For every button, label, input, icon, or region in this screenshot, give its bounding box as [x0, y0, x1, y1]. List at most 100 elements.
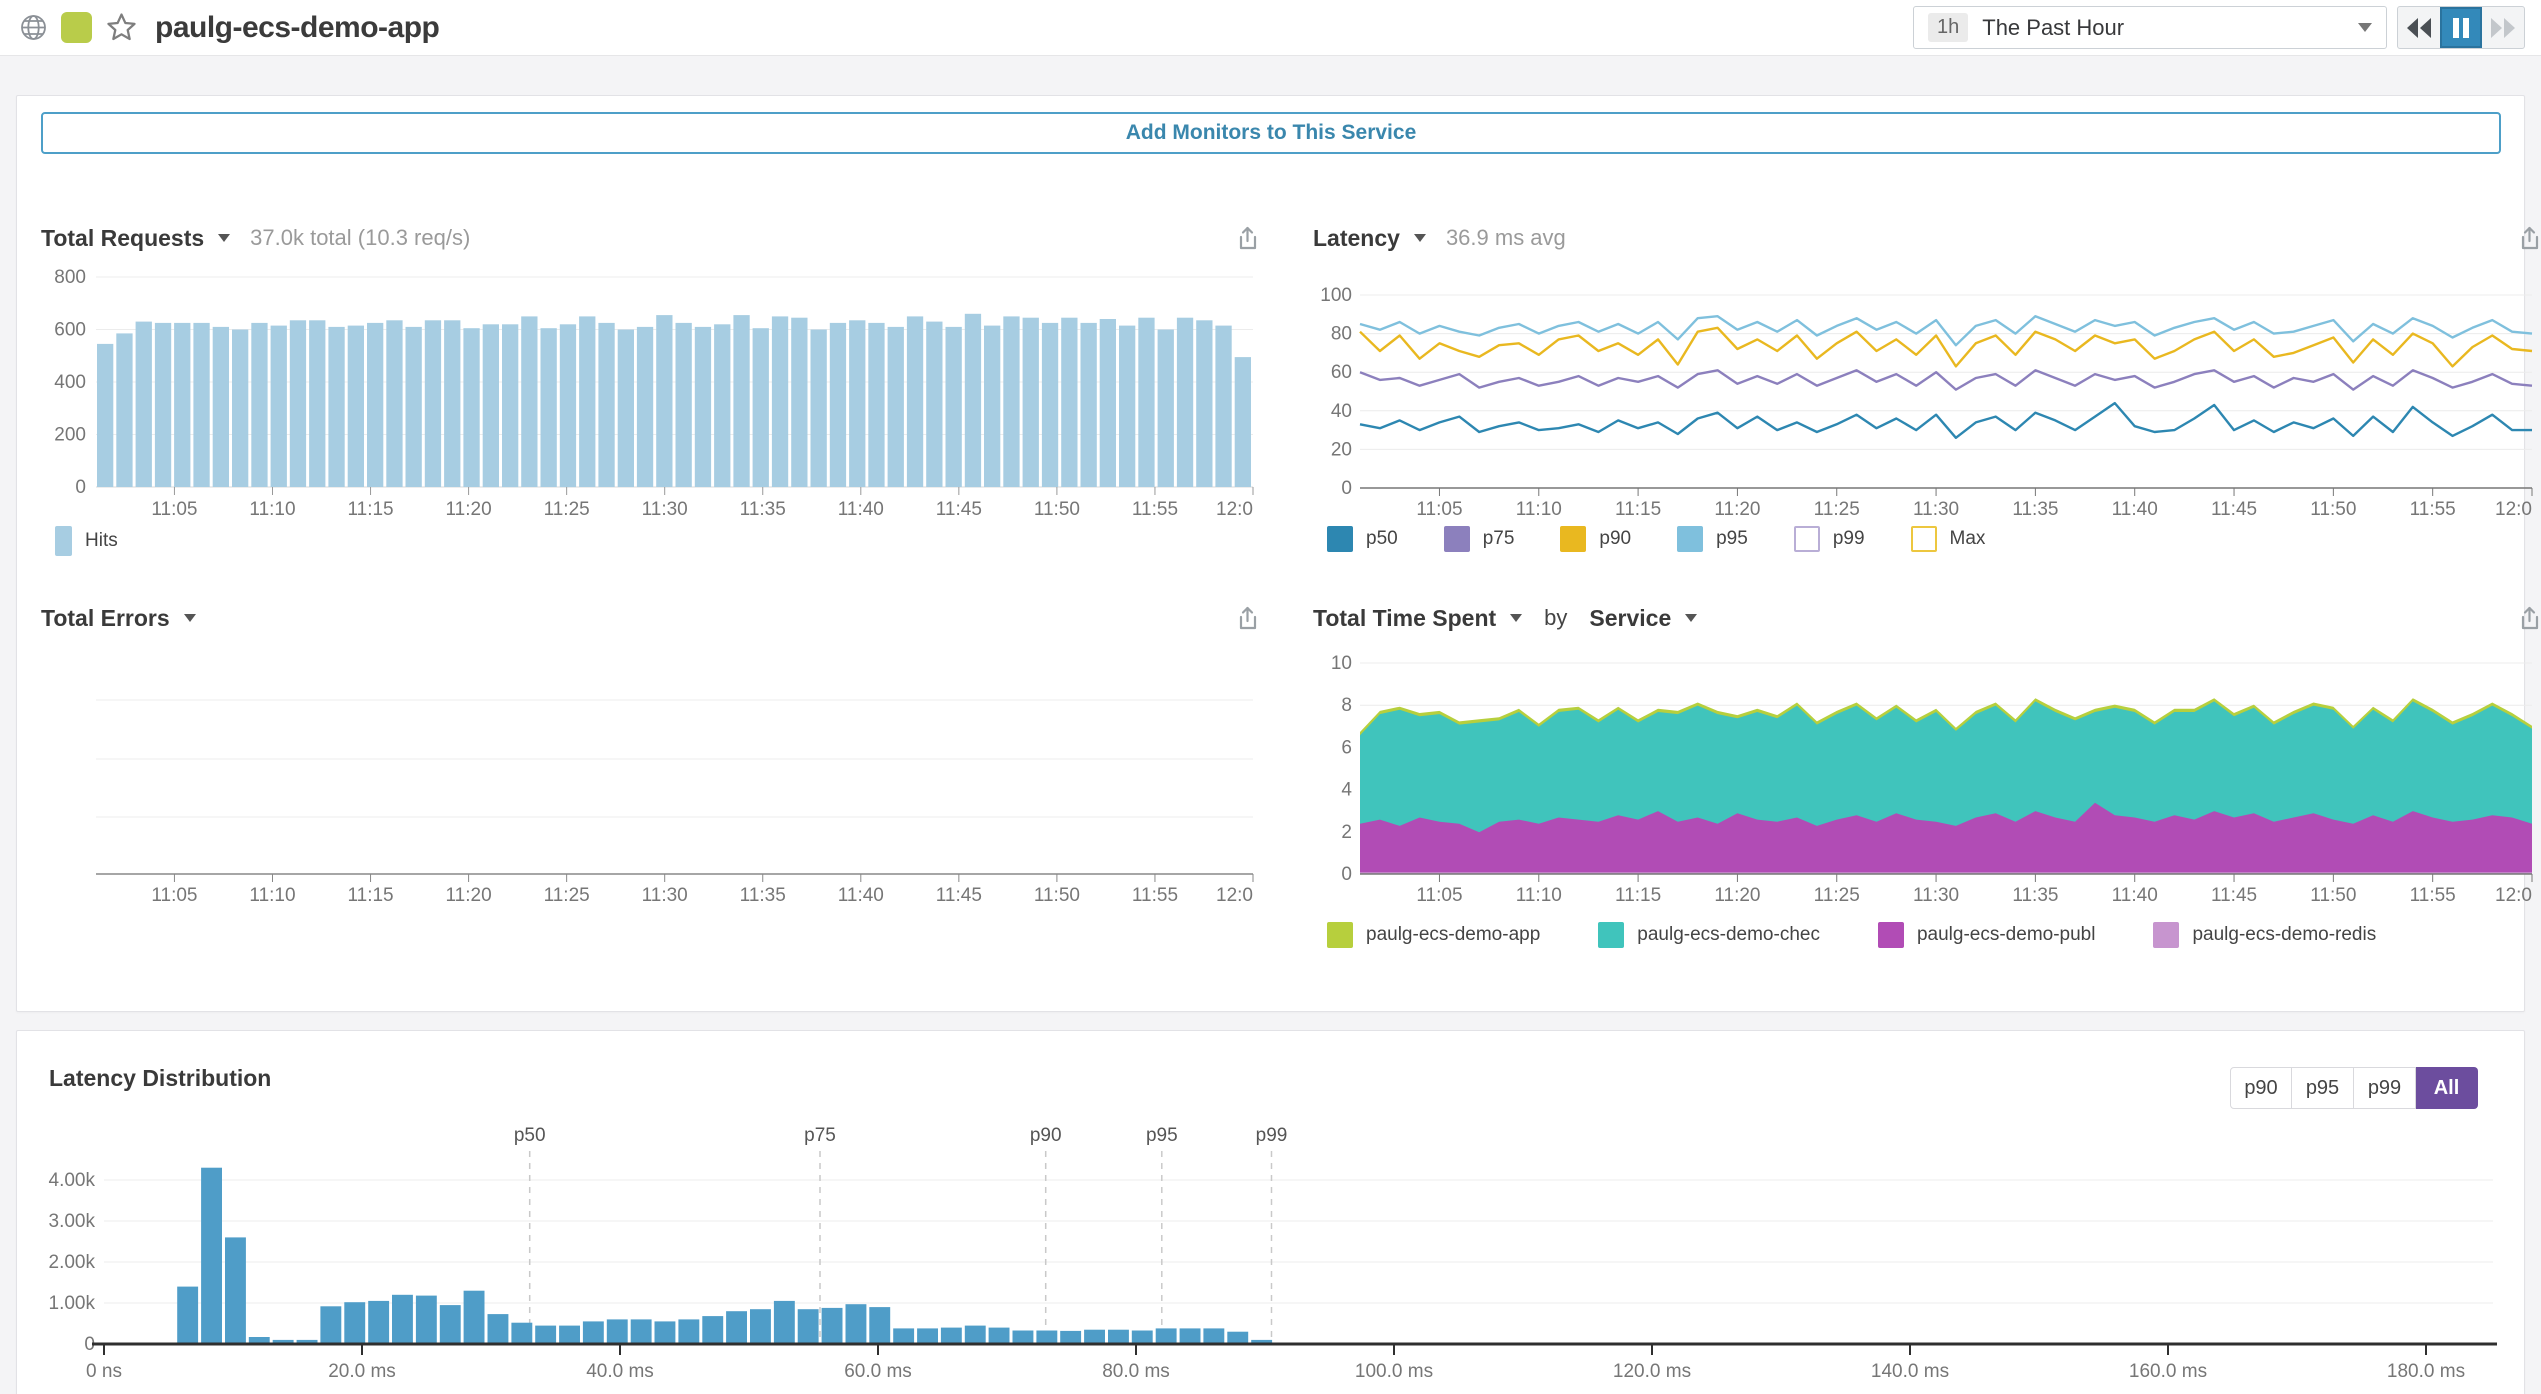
legend-item-paulg-ecs-demo-publ[interactable]: paulg-ecs-demo-publ: [1878, 922, 2096, 948]
svg-text:0: 0: [1341, 478, 1352, 499]
total-requests-legend: Hits: [41, 526, 1261, 556]
legend-swatch: [1911, 526, 1937, 552]
legend-item-p75[interactable]: p75: [1444, 526, 1515, 552]
percentile-button-all[interactable]: All: [2416, 1067, 2478, 1109]
svg-text:p90: p90: [1030, 1125, 1062, 1146]
export-icon[interactable]: [1234, 605, 1261, 632]
group-by-value: Service: [1589, 605, 1671, 632]
percentile-toggle-group: p90p95p99All: [2230, 1067, 2478, 1109]
svg-text:11:15: 11:15: [1615, 885, 1661, 906]
svg-text:11:55: 11:55: [1132, 499, 1178, 520]
svg-text:12:0: 12:0: [1216, 499, 1253, 520]
legend-swatch: [1327, 922, 1353, 948]
total-errors-title: Total Errors: [41, 605, 170, 632]
svg-text:11:45: 11:45: [2211, 885, 2257, 906]
legend-item-p99[interactable]: p99: [1794, 526, 1865, 552]
total-time-spent-title: Total Time Spent: [1313, 605, 1496, 632]
svg-text:11:25: 11:25: [544, 499, 590, 520]
metric-dropdown-caret[interactable]: [184, 614, 196, 622]
svg-text:11:55: 11:55: [2410, 499, 2456, 520]
chevron-down-icon: [2358, 23, 2372, 32]
svg-text:160.0 ms: 160.0 ms: [2129, 1361, 2207, 1382]
export-icon[interactable]: [2516, 225, 2541, 252]
legend-swatch: [1794, 526, 1820, 552]
legend-item-paulg-ecs-demo-app[interactable]: paulg-ecs-demo-app: [1327, 922, 1540, 948]
svg-text:11:40: 11:40: [838, 499, 884, 520]
service-status-square: [61, 12, 92, 43]
fast-forward-button[interactable]: [2482, 7, 2524, 48]
total-errors-plot[interactable]: 11:0511:1011:1511:2011:2511:3011:3511:40…: [41, 642, 1261, 910]
metric-dropdown-caret[interactable]: [1414, 234, 1426, 242]
legend-item-p90[interactable]: p90: [1560, 526, 1631, 552]
svg-text:11:50: 11:50: [2310, 499, 2356, 520]
favorite-star-icon[interactable]: [106, 12, 137, 43]
svg-text:140.0 ms: 140.0 ms: [1871, 1361, 1949, 1382]
svg-text:p99: p99: [1256, 1125, 1288, 1146]
svg-text:11:25: 11:25: [1814, 499, 1860, 520]
svg-text:60.0 ms: 60.0 ms: [844, 1361, 912, 1382]
svg-text:p75: p75: [804, 1125, 836, 1146]
total-requests-plot[interactable]: 800600400200011:0511:1011:1511:2011:2511…: [41, 262, 1261, 520]
legend-label: paulg-ecs-demo-chec: [1637, 924, 1820, 946]
time-range-selector[interactable]: 1h The Past Hour: [1913, 6, 2387, 49]
legend-swatch: [55, 526, 72, 556]
total-time-spent-chart: Total Time Spent by Service 108642011:05…: [1313, 594, 2541, 948]
latency-plot[interactable]: 10080604020011:0511:1011:1511:2011:2511:…: [1313, 262, 2541, 520]
time-range-label: The Past Hour: [1982, 15, 2124, 41]
svg-text:8: 8: [1341, 695, 1352, 716]
percentile-button-p90[interactable]: p90: [2230, 1067, 2292, 1109]
svg-text:600: 600: [54, 320, 86, 341]
svg-text:11:05: 11:05: [1416, 885, 1462, 906]
legend-item-max[interactable]: Max: [1911, 526, 1986, 552]
svg-text:12:0: 12:0: [2495, 885, 2532, 906]
legend-item-hits[interactable]: Hits: [55, 526, 118, 556]
export-icon[interactable]: [1234, 225, 1261, 252]
add-monitors-button[interactable]: Add Monitors to This Service: [41, 112, 2501, 154]
svg-text:0: 0: [75, 477, 86, 498]
legend-label: p95: [1716, 528, 1748, 550]
svg-text:3.00k: 3.00k: [49, 1211, 96, 1232]
rewind-button[interactable]: [2398, 7, 2440, 48]
latency-distribution-plot[interactable]: 4.00k3.00k2.00k1.00k0p50p75p90p95p990 ns…: [31, 1123, 2511, 1394]
svg-text:100.0 ms: 100.0 ms: [1355, 1361, 1433, 1382]
export-icon[interactable]: [2516, 605, 2541, 632]
metric-dropdown-caret[interactable]: [218, 234, 230, 242]
legend-label: p90: [1599, 528, 1631, 550]
legend-label: p50: [1366, 528, 1398, 550]
legend-item-p50[interactable]: p50: [1327, 526, 1398, 552]
svg-text:11:45: 11:45: [2211, 499, 2257, 520]
legend-swatch: [1560, 526, 1586, 552]
svg-text:11:30: 11:30: [1913, 499, 1959, 520]
svg-text:11:15: 11:15: [1615, 499, 1661, 520]
legend-item-paulg-ecs-demo-chec[interactable]: paulg-ecs-demo-chec: [1598, 922, 1820, 948]
svg-text:0: 0: [1341, 864, 1352, 885]
svg-text:60: 60: [1331, 362, 1352, 383]
svg-text:180.0 ms: 180.0 ms: [2387, 1361, 2465, 1382]
svg-text:40: 40: [1331, 401, 1352, 422]
total-errors-chart: Total Errors 11:0511:1011:1511:2011:2511…: [41, 594, 1261, 910]
legend-item-p95[interactable]: p95: [1677, 526, 1748, 552]
svg-text:11:20: 11:20: [1714, 499, 1760, 520]
group-dropdown-caret[interactable]: [1685, 614, 1697, 622]
svg-text:11:20: 11:20: [446, 885, 492, 906]
latency-summary: 36.9 ms avg: [1446, 225, 1566, 251]
latency-legend: p50 p75 p90 p95 p99 Max: [1313, 526, 2541, 552]
svg-text:p95: p95: [1146, 1125, 1178, 1146]
legend-swatch: [2153, 922, 2179, 948]
latency-distribution-title: Latency Distribution: [49, 1065, 271, 1092]
svg-text:1.00k: 1.00k: [49, 1293, 96, 1314]
pause-button[interactable]: [2440, 7, 2482, 48]
svg-text:11:55: 11:55: [2410, 885, 2456, 906]
metric-dropdown-caret[interactable]: [1510, 614, 1522, 622]
svg-text:80.0 ms: 80.0 ms: [1102, 1361, 1170, 1382]
percentile-button-p95[interactable]: p95: [2292, 1067, 2354, 1109]
svg-text:11:35: 11:35: [740, 499, 786, 520]
percentile-button-p99[interactable]: p99: [2354, 1067, 2416, 1109]
legend-item-paulg-ecs-demo-redis[interactable]: paulg-ecs-demo-redis: [2153, 922, 2376, 948]
svg-text:11:35: 11:35: [2012, 499, 2058, 520]
globe-icon: [20, 14, 47, 41]
svg-text:120.0 ms: 120.0 ms: [1613, 1361, 1691, 1382]
legend-label: Max: [1950, 528, 1986, 550]
latency-title: Latency: [1313, 225, 1400, 252]
total-time-spent-plot[interactable]: 108642011:0511:1011:1511:2011:2511:3011:…: [1313, 642, 2541, 910]
